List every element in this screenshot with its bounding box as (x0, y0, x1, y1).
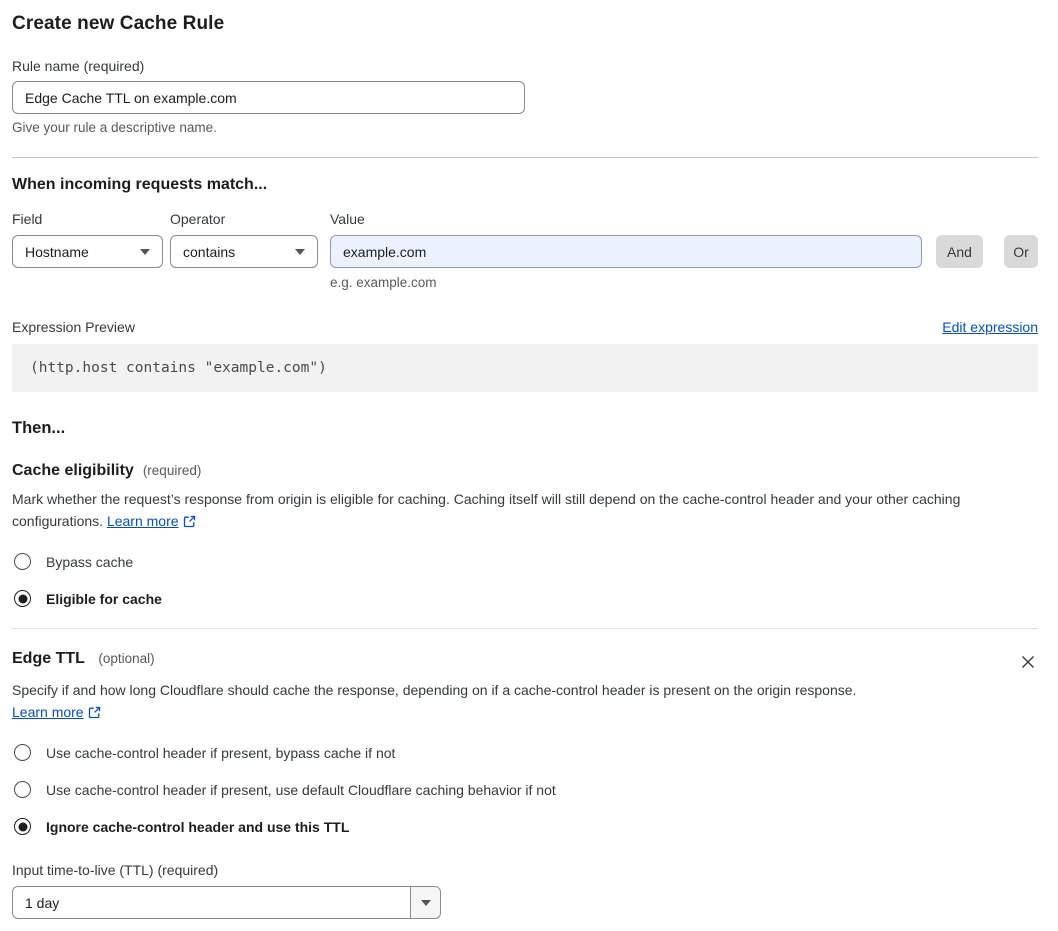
radio-ignore-cache-control[interactable]: Ignore cache-control header and use this… (12, 818, 1038, 835)
chevron-down-icon (420, 899, 431, 906)
value-help-text: e.g. example.com (330, 275, 437, 290)
expression-preview-label: Expression Preview (12, 319, 135, 335)
or-button[interactable]: Or (1004, 235, 1038, 268)
page-title: Create new Cache Rule (12, 13, 225, 34)
edge-ttl-title-wrap: Edge TTL (optional) (12, 650, 155, 668)
radio-label: Bypass cache (46, 553, 134, 570)
operator-select[interactable]: contains (170, 235, 318, 268)
radio-circle-checked-icon (14, 818, 31, 835)
radio-label: Use cache-control header if present, use… (46, 781, 556, 798)
radio-cache-control-bypass[interactable]: Use cache-control header if present, byp… (12, 744, 1038, 761)
radio-eligible-for-cache[interactable]: Eligible for cache (12, 590, 1038, 607)
radio-cache-control-default[interactable]: Use cache-control header if present, use… (12, 781, 1038, 798)
match-controls-row: Hostname contains And Or (12, 235, 1038, 268)
edit-expression-link[interactable]: Edit expression (942, 319, 1038, 335)
rule-name-input[interactable] (12, 81, 525, 114)
rule-name-label: Rule name (required) (12, 58, 145, 74)
radio-bypass-cache[interactable]: Bypass cache (12, 553, 1038, 570)
field-select-value: Hostname (25, 243, 89, 260)
cache-eligibility-description: Mark whether the request’s response from… (12, 489, 1038, 534)
match-column-labels: Field Operator Value (12, 211, 1038, 227)
radio-circle-icon (14, 553, 31, 570)
expression-preview-row: Expression Preview Edit expression (12, 319, 1038, 335)
edge-ttl-radio-group: Use cache-control header if present, byp… (12, 744, 1038, 835)
value-column-label: Value (330, 211, 365, 227)
radio-circle-icon (14, 744, 31, 761)
value-input[interactable] (330, 235, 922, 268)
operator-select-value: contains (183, 243, 236, 260)
match-section-heading: When incoming requests match... (12, 176, 268, 193)
then-heading: Then... (12, 419, 66, 437)
create-cache-rule-form: Create new Cache Rule Rule name (require… (0, 0, 1058, 931)
section-divider (12, 628, 1038, 629)
cache-eligibility-radio-group: Bypass cache Eligible for cache (12, 553, 1038, 607)
edge-ttl-description: Specify if and how long Cloudflare shoul… (12, 680, 857, 725)
external-link-icon (183, 515, 196, 531)
cache-eligibility-title: Cache eligibility (12, 462, 134, 479)
rule-name-help: Give your rule a descriptive name. (12, 120, 217, 135)
radio-circle-checked-icon (14, 590, 31, 607)
radio-label: Use cache-control header if present, byp… (46, 744, 396, 761)
field-select[interactable]: Hostname (12, 235, 163, 268)
field-column-label: Field (12, 211, 43, 227)
chevron-down-icon (140, 248, 150, 255)
ttl-label: Input time-to-live (TTL) (required) (12, 862, 219, 878)
edge-ttl-optional-badge: (optional) (98, 651, 155, 666)
expression-code-block: (http.host contains "example.com") (12, 344, 1038, 392)
ttl-value-input[interactable] (12, 886, 410, 919)
edge-ttl-learn-more-link[interactable]: Learn more (12, 704, 84, 720)
section-divider (12, 157, 1038, 158)
radio-label: Ignore cache-control header and use this… (46, 818, 350, 835)
edge-ttl-title: Edge TTL (12, 650, 85, 667)
ttl-dropdown-button[interactable] (410, 886, 441, 919)
edge-ttl-description-text: Specify if and how long Cloudflare shoul… (12, 682, 857, 698)
radio-label: Eligible for cache (46, 590, 162, 607)
and-button[interactable]: And (936, 235, 983, 268)
operator-column-label: Operator (170, 211, 226, 227)
external-link-icon (88, 706, 101, 722)
cache-eligibility-learn-more-link[interactable]: Learn more (107, 513, 179, 529)
ttl-select (12, 886, 1038, 919)
edge-ttl-header: Edge TTL (optional) (12, 650, 1038, 672)
cache-eligibility-header: Cache eligibility (required) (12, 462, 1038, 480)
chevron-down-icon (295, 248, 305, 255)
radio-circle-icon (14, 781, 31, 798)
cache-eligibility-required-badge: (required) (142, 463, 202, 478)
edge-ttl-close-button[interactable] (1018, 652, 1038, 672)
close-icon (1022, 656, 1034, 668)
